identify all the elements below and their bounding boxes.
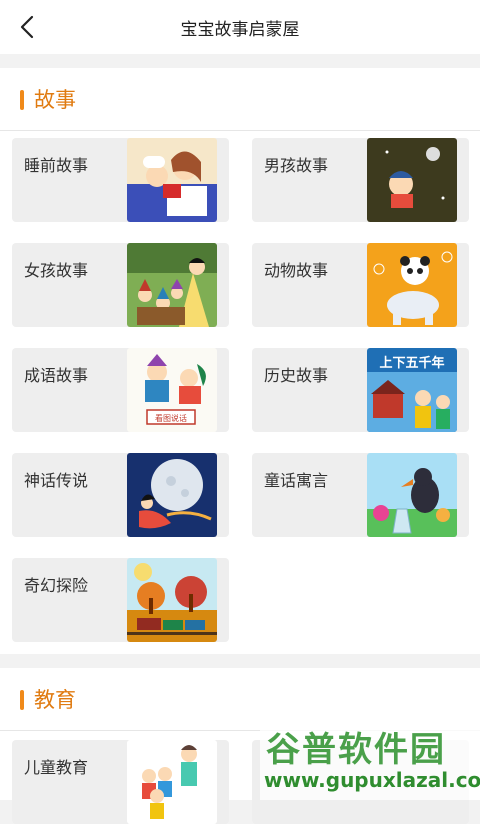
top-bar: 宝宝故事启蒙屋 <box>0 0 480 54</box>
watermark: 谷普软件园 www.gupuxlazal.com <box>260 722 480 800</box>
story-card-fantasy[interactable]: 奇幻探险 <box>12 558 229 642</box>
story-card-history[interactable]: 历史故事 上下五千年 <box>252 348 469 432</box>
story-card-idiom[interactable]: 成语故事 看图说话 <box>12 348 229 432</box>
watermark-url: www.gupuxlazal.com <box>264 768 480 792</box>
card-label: 历史故事 <box>264 366 329 385</box>
thumb-caption: 看图说话 <box>155 413 187 423</box>
card-label: 儿童教育 <box>24 758 89 777</box>
history-illustration: 上下五千年 <box>367 348 457 432</box>
story-card-myth[interactable]: 神话传说 <box>12 453 229 537</box>
children-education-illustration <box>127 740 217 824</box>
card-label: 童话寓言 <box>264 471 329 490</box>
goddess-moon-illustration <box>127 453 217 537</box>
story-card-animal[interactable]: 动物故事 <box>252 243 469 327</box>
card-label: 成语故事 <box>24 366 89 385</box>
story-card-fairytale[interactable]: 童话寓言 <box>252 453 469 537</box>
section-accent-bar <box>20 90 24 110</box>
section-header: 故事 <box>0 68 480 131</box>
snow-white-dwarfs-illustration <box>127 243 217 327</box>
card-label: 睡前故事 <box>24 156 89 175</box>
panda-elephant-illustration <box>367 243 457 327</box>
idiom-story-illustration: 看图说话 <box>127 348 217 432</box>
story-card-bedtime[interactable]: 睡前故事 <box>12 138 229 222</box>
section-accent-bar <box>20 690 24 710</box>
page-title: 宝宝故事启蒙屋 <box>180 20 300 40</box>
bedtime-story-illustration <box>127 138 217 222</box>
section-title: 故事 <box>34 88 76 112</box>
story-card-girl[interactable]: 女孩故事 <box>12 243 229 327</box>
watermark-logo: 谷普软件园 <box>266 730 446 770</box>
story-card-boy[interactable]: 男孩故事 <box>252 138 469 222</box>
card-label: 神话传说 <box>24 471 89 490</box>
crow-and-pitcher-illustration <box>367 453 457 537</box>
section-stories: 故事 睡前故事 男孩故事 女孩故事 动物故事 成语故事 看图说话 历史故事 上下… <box>0 68 480 654</box>
card-label: 女孩故事 <box>24 261 89 280</box>
boy-on-moon-illustration <box>367 138 457 222</box>
card-label: 男孩故事 <box>264 156 329 175</box>
section-title: 教育 <box>34 688 76 712</box>
autumn-train-illustration <box>127 558 217 642</box>
education-card-children[interactable]: 儿童教育 <box>12 740 229 824</box>
card-label: 动物故事 <box>264 261 329 280</box>
card-label: 奇幻探险 <box>24 576 89 595</box>
divider-strip <box>0 54 480 68</box>
thumb-caption: 上下五千年 <box>379 355 444 371</box>
